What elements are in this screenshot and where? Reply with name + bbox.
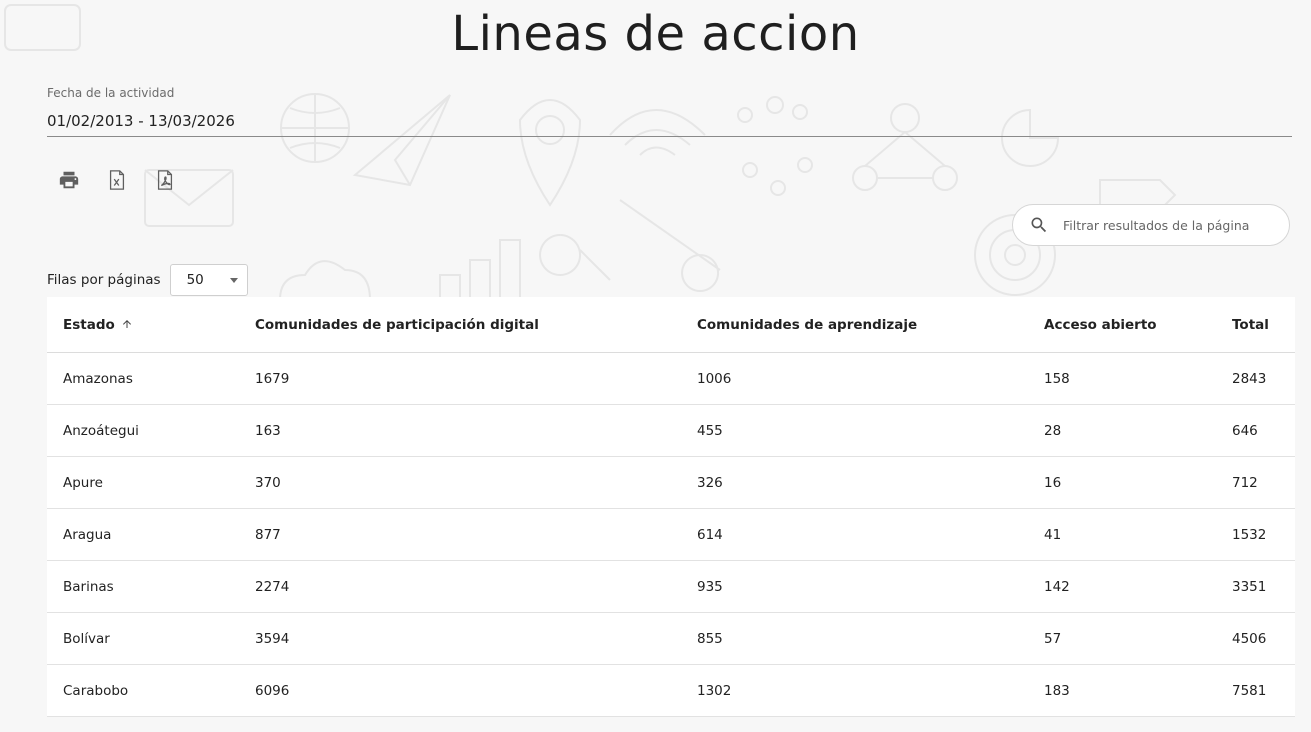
column-header-label: Estado bbox=[63, 316, 115, 333]
table-row[interactable]: Aragua 877 614 41 1532 bbox=[47, 508, 1295, 561]
rows-per-page-value: 50 bbox=[186, 272, 204, 288]
pdf-file-icon[interactable] bbox=[154, 168, 176, 192]
search-icon bbox=[1031, 217, 1047, 233]
page-title: Lineas de accion bbox=[451, 6, 860, 62]
table-row[interactable]: Apure 370 326 16 712 bbox=[47, 456, 1295, 509]
cell-estado: Anzoátegui bbox=[47, 404, 255, 457]
cell-acceso-abierto: 57 bbox=[1044, 612, 1232, 665]
column-header-total[interactable]: Total bbox=[1232, 297, 1295, 353]
cell-participacion-digital: 877 bbox=[255, 508, 697, 561]
date-range-value[interactable]: 01/02/2013 - 13/03/2026 bbox=[47, 100, 1292, 137]
cell-total: 646 bbox=[1232, 404, 1295, 457]
cell-acceso-abierto: 183 bbox=[1044, 664, 1232, 717]
table-row[interactable]: Barinas 2274 935 142 3351 bbox=[47, 560, 1295, 613]
cell-estado: Amazonas bbox=[47, 352, 255, 405]
table-row[interactable]: Anzoátegui 163 455 28 646 bbox=[47, 404, 1295, 457]
cell-estado: Aragua bbox=[47, 508, 255, 561]
table-row[interactable]: Bolívar 3594 855 57 4506 bbox=[47, 612, 1295, 665]
cell-estado: Bolívar bbox=[47, 612, 255, 665]
table-row[interactable]: Amazonas 1679 1006 158 2843 bbox=[47, 352, 1295, 405]
date-range-label: Fecha de la actividad bbox=[47, 86, 175, 100]
export-toolbar bbox=[58, 168, 176, 192]
column-header-estado[interactable]: Estado bbox=[47, 297, 255, 353]
rows-per-page-select[interactable]: 50 bbox=[169, 264, 248, 296]
cell-participacion-digital: 3594 bbox=[255, 612, 697, 665]
cell-participacion-digital: 2274 bbox=[255, 560, 697, 613]
cell-acceso-abierto: 142 bbox=[1044, 560, 1232, 613]
table-row[interactable]: Carabobo 6096 1302 183 7581 bbox=[47, 664, 1295, 717]
cell-aprendizaje: 935 bbox=[697, 560, 1044, 613]
cell-acceso-abierto: 158 bbox=[1044, 352, 1232, 405]
column-header-participacion-digital[interactable]: Comunidades de participación digital bbox=[255, 297, 697, 353]
cell-estado: Carabobo bbox=[47, 664, 255, 717]
cell-participacion-digital: 6096 bbox=[255, 664, 697, 717]
data-table: Estado Comunidades de participación digi… bbox=[47, 297, 1295, 717]
cell-aprendizaje: 1302 bbox=[697, 664, 1044, 717]
chevron-down-icon bbox=[229, 277, 238, 283]
cell-aprendizaje: 614 bbox=[697, 508, 1044, 561]
cell-total: 3351 bbox=[1232, 560, 1295, 613]
cell-acceso-abierto: 28 bbox=[1044, 404, 1232, 457]
print-icon[interactable] bbox=[58, 168, 80, 192]
cell-aprendizaje: 455 bbox=[697, 404, 1044, 457]
cell-total: 7581 bbox=[1232, 664, 1295, 717]
column-header-acceso-abierto[interactable]: Acceso abierto bbox=[1044, 297, 1232, 353]
cell-participacion-digital: 370 bbox=[255, 456, 697, 509]
cell-total: 2843 bbox=[1232, 352, 1295, 405]
cell-total: 4506 bbox=[1232, 612, 1295, 665]
search-input[interactable] bbox=[1061, 216, 1285, 234]
table-header-row: Estado Comunidades de participación digi… bbox=[47, 297, 1295, 353]
cell-participacion-digital: 163 bbox=[255, 404, 697, 457]
column-header-aprendizaje[interactable]: Comunidades de aprendizaje bbox=[697, 297, 1044, 353]
rows-per-page: Filas por páginas 50 bbox=[47, 264, 248, 296]
cell-acceso-abierto: 41 bbox=[1044, 508, 1232, 561]
excel-file-icon[interactable] bbox=[106, 168, 128, 192]
cell-acceso-abierto: 16 bbox=[1044, 456, 1232, 509]
search-box[interactable] bbox=[1012, 204, 1290, 246]
rows-per-page-label: Filas por páginas bbox=[47, 272, 161, 288]
arrow-up-icon[interactable] bbox=[121, 318, 133, 330]
cell-aprendizaje: 1006 bbox=[697, 352, 1044, 405]
cell-total: 712 bbox=[1232, 456, 1295, 509]
cell-estado: Apure bbox=[47, 456, 255, 509]
cell-total: 1532 bbox=[1232, 508, 1295, 561]
date-range-field[interactable]: Fecha de la actividad 01/02/2013 - 13/03… bbox=[47, 86, 1292, 137]
cell-aprendizaje: 326 bbox=[697, 456, 1044, 509]
cell-aprendizaje: 855 bbox=[697, 612, 1044, 665]
cell-estado: Barinas bbox=[47, 560, 255, 613]
cell-participacion-digital: 1679 bbox=[255, 352, 697, 405]
